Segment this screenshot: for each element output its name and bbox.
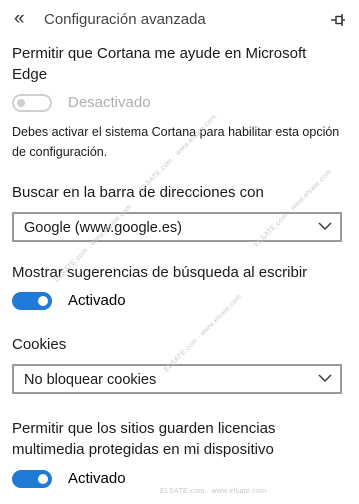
search-suggestions-toggle-row: Activado (12, 291, 312, 313)
search-suggestions-toggle-label: Activado (68, 292, 126, 309)
cookies-value: No bloquear cookies (24, 372, 157, 388)
cookies-title: Cookies (12, 336, 67, 353)
chevron-down-icon (318, 374, 332, 382)
media-licenses-title: Permitir que los sitios guarden licencia… (12, 420, 276, 458)
media-licenses-toggle-label: Activado (68, 470, 126, 487)
cortana-toggle (12, 94, 52, 112)
search-engine-dropdown[interactable]: Google (www.google.es) (12, 212, 342, 242)
cortana-setting-title: Permitir que Cortana me ayude en Microso… (12, 45, 307, 83)
advanced-settings-panel: « Configuración avanzada Permitir que Co… (0, 0, 359, 504)
back-chevrons-icon[interactable]: « (14, 8, 32, 30)
media-licenses-toggle[interactable] (12, 470, 52, 488)
toggle-knob (38, 474, 48, 484)
cortana-toggle-row: Desactivado (12, 93, 312, 115)
toggle-knob (17, 99, 25, 107)
search-suggestions-toggle[interactable] (12, 292, 52, 310)
watermark: ELSATE.com · www.elsate.com (160, 488, 267, 495)
cookies-dropdown[interactable]: No bloquear cookies (12, 364, 342, 394)
cortana-toggle-label: Desactivado (68, 94, 151, 111)
chevron-down-icon (318, 222, 332, 230)
panel-title: Configuración avanzada (44, 11, 206, 28)
toggle-knob (38, 296, 48, 306)
pin-icon[interactable] (330, 13, 346, 27)
panel-header: « Configuración avanzada (0, 0, 359, 42)
address-bar-search-title: Buscar en la barra de direcciones con (12, 184, 264, 201)
